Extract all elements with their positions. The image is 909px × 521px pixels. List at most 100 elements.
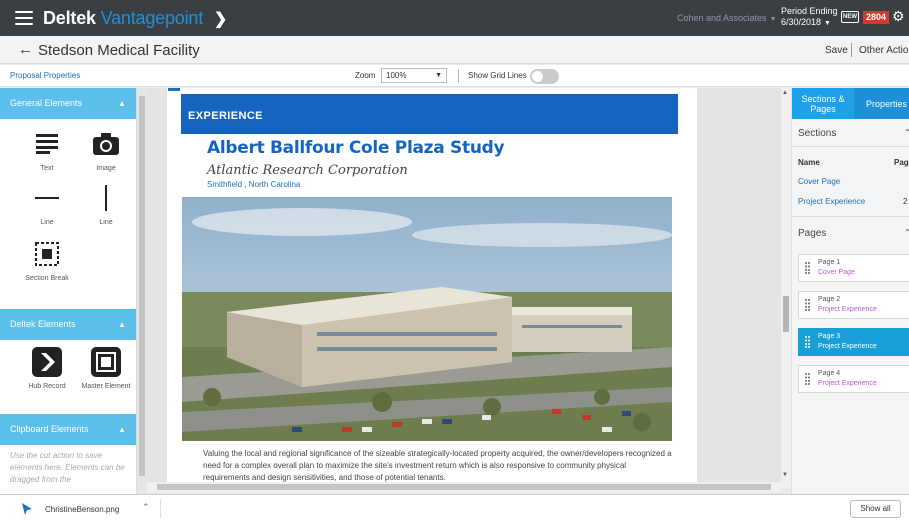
save-button[interactable]: Save (825, 45, 848, 56)
master-element-tool[interactable]: Master Element (76, 347, 136, 391)
page-card-2[interactable]: Page 2 Project Experience (798, 291, 909, 319)
vertical-line-tool[interactable]: Line (76, 184, 136, 227)
page-card-1[interactable]: Page 1 Cover Page (798, 254, 909, 282)
hub-record-tool[interactable]: Hub Record (17, 347, 77, 391)
other-actions-button[interactable]: Other Actions (859, 45, 909, 56)
chevron-up-icon[interactable]: ⌃ (142, 502, 150, 513)
page-card-section: Project Experience (818, 380, 877, 387)
sidebar-scrollbar[interactable] (137, 88, 147, 494)
drag-handle-icon[interactable] (805, 336, 810, 348)
drag-handle-icon[interactable] (805, 262, 810, 274)
caret-down-icon: ▼ (824, 20, 831, 27)
drag-handle-icon[interactable] (805, 299, 810, 311)
pages-title: Pages (798, 228, 827, 239)
sections-pages-panel: Sections & Pages Properties Sections ⌃ N… (791, 88, 909, 494)
sections-title: Sections (798, 128, 837, 139)
general-elements-title: General Elements (10, 98, 83, 108)
image-tool[interactable]: Image (76, 130, 136, 173)
general-elements-header[interactable]: General Elements ▲ (0, 88, 136, 119)
app-logo[interactable]: Deltek Vantagepoint ❯ (43, 8, 227, 29)
section-link-project-experience[interactable]: Project Experience (798, 197, 865, 206)
chevron-up-icon: ▲ (118, 320, 126, 329)
page-top-marker (168, 88, 180, 91)
hub-record-icon (17, 347, 77, 377)
project-location[interactable]: Smithfield , North Carolina (207, 180, 300, 189)
sections-header[interactable]: Sections ⌃ (798, 128, 909, 139)
chevron-right-icon: ❯ (213, 10, 228, 28)
divider (160, 499, 161, 518)
toggle-knob (532, 71, 543, 82)
page-card-4[interactable]: Page 4 Project Experience (798, 365, 909, 393)
project-description[interactable]: Valuing the local and regional significa… (203, 448, 673, 484)
deltek-elements-title: Deltek Elements (10, 319, 76, 329)
scrollbar-thumb[interactable] (139, 96, 145, 476)
scroll-up-icon[interactable]: ▲ (782, 90, 788, 96)
project-title[interactable]: Albert Ballfour Cole Plaza Study (207, 138, 505, 158)
divider (458, 69, 459, 83)
notification-count[interactable]: 2804 (863, 11, 890, 24)
canvas-vertical-scrollbar[interactable]: ▲ ▼ (781, 88, 791, 488)
new-badge[interactable]: NEW (841, 11, 859, 23)
tab-label: Sections & Pages (801, 94, 845, 114)
grid-lines-toggle[interactable] (530, 69, 559, 84)
chevron-up-icon: ▲ (118, 99, 126, 108)
designer-toolbar: Proposal Properties Zoom 100% ▼ Show Gri… (0, 65, 909, 87)
image-file-icon (22, 503, 32, 515)
scroll-down-icon[interactable]: ▼ (782, 472, 788, 478)
deltek-elements-header[interactable]: Deltek Elements ▲ (0, 309, 136, 340)
client-name[interactable]: Atlantic Research Corporation (207, 163, 408, 178)
clipboard-elements-title: Clipboard Elements (10, 424, 89, 434)
drag-handle-icon[interactable] (805, 373, 810, 385)
caret-down-icon: ▼ (769, 16, 777, 23)
page-card-title: Page 4 (818, 370, 841, 377)
zoom-value: 100% (386, 71, 407, 80)
line-tool-label: Line (99, 219, 113, 226)
brand-product: Vantagepoint (100, 7, 204, 28)
chevron-up-icon: ⌃ (904, 228, 909, 237)
project-photo[interactable] (182, 197, 672, 441)
proposal-properties-link[interactable]: Proposal Properties (10, 71, 80, 80)
section-break-tool[interactable]: Section Break (17, 240, 77, 283)
back-arrow-icon[interactable]: ← (18, 41, 33, 58)
hamburger-icon[interactable] (15, 11, 33, 25)
gear-icon[interactable]: ⚙ (892, 8, 905, 25)
zoom-select[interactable]: 100% ▼ (381, 68, 447, 83)
tab-sections-pages[interactable]: Sections & Pages (792, 88, 854, 119)
download-bar: ChristineBenson.png ⌃ Show all (0, 494, 909, 521)
page-card-title: Page 3 (818, 333, 841, 340)
section-link-cover-page[interactable]: Cover Page (798, 177, 840, 186)
page-card-3[interactable]: Page 3 Project Experience (798, 328, 909, 356)
page-card-section: Project Experience (818, 343, 877, 350)
page-card-section: Cover Page (818, 269, 855, 276)
show-all-button[interactable]: Show all (850, 500, 901, 518)
camera-icon (76, 130, 136, 158)
text-tool[interactable]: Text (17, 130, 77, 173)
brand-main: Deltek (43, 7, 96, 28)
section-page-count: 2 (903, 197, 908, 206)
period-selector[interactable]: Period Ending 6/30/2018 ▼ (781, 6, 838, 29)
column-header-name: Name (798, 158, 820, 167)
master-element-icon (76, 347, 136, 377)
clipboard-elements-header[interactable]: Clipboard Elements ▲ (0, 414, 136, 445)
grid-lines-label: Show Grid Lines (468, 71, 527, 80)
text-icon (17, 130, 77, 158)
tab-properties[interactable]: Properties (854, 88, 909, 119)
vertical-line-icon (76, 184, 136, 212)
canvas-horizontal-scrollbar[interactable] (147, 482, 781, 492)
page-card-section: Project Experience (818, 306, 877, 313)
scrollbar-thumb[interactable] (157, 484, 771, 490)
pages-header[interactable]: Pages ⌃ (798, 228, 909, 239)
text-tool-label: Text (40, 165, 54, 172)
company-name: Cohen and Associates (677, 13, 767, 23)
period-label: Period Ending (781, 6, 838, 16)
tab-label: Properties (866, 99, 908, 109)
download-filename[interactable]: ChristineBenson.png (45, 505, 119, 514)
section-break-icon (17, 240, 77, 268)
section-heading[interactable]: EXPERIENCE (181, 110, 301, 122)
company-selector[interactable]: Cohen and Associates ▼ (677, 13, 777, 23)
section-break-label: Section Break (25, 275, 69, 282)
horizontal-line-tool[interactable]: Line (17, 184, 77, 227)
page-title: Stedson Medical Facility (38, 42, 200, 59)
page-card-title: Page 2 (818, 296, 841, 303)
scrollbar-thumb[interactable] (783, 296, 789, 332)
